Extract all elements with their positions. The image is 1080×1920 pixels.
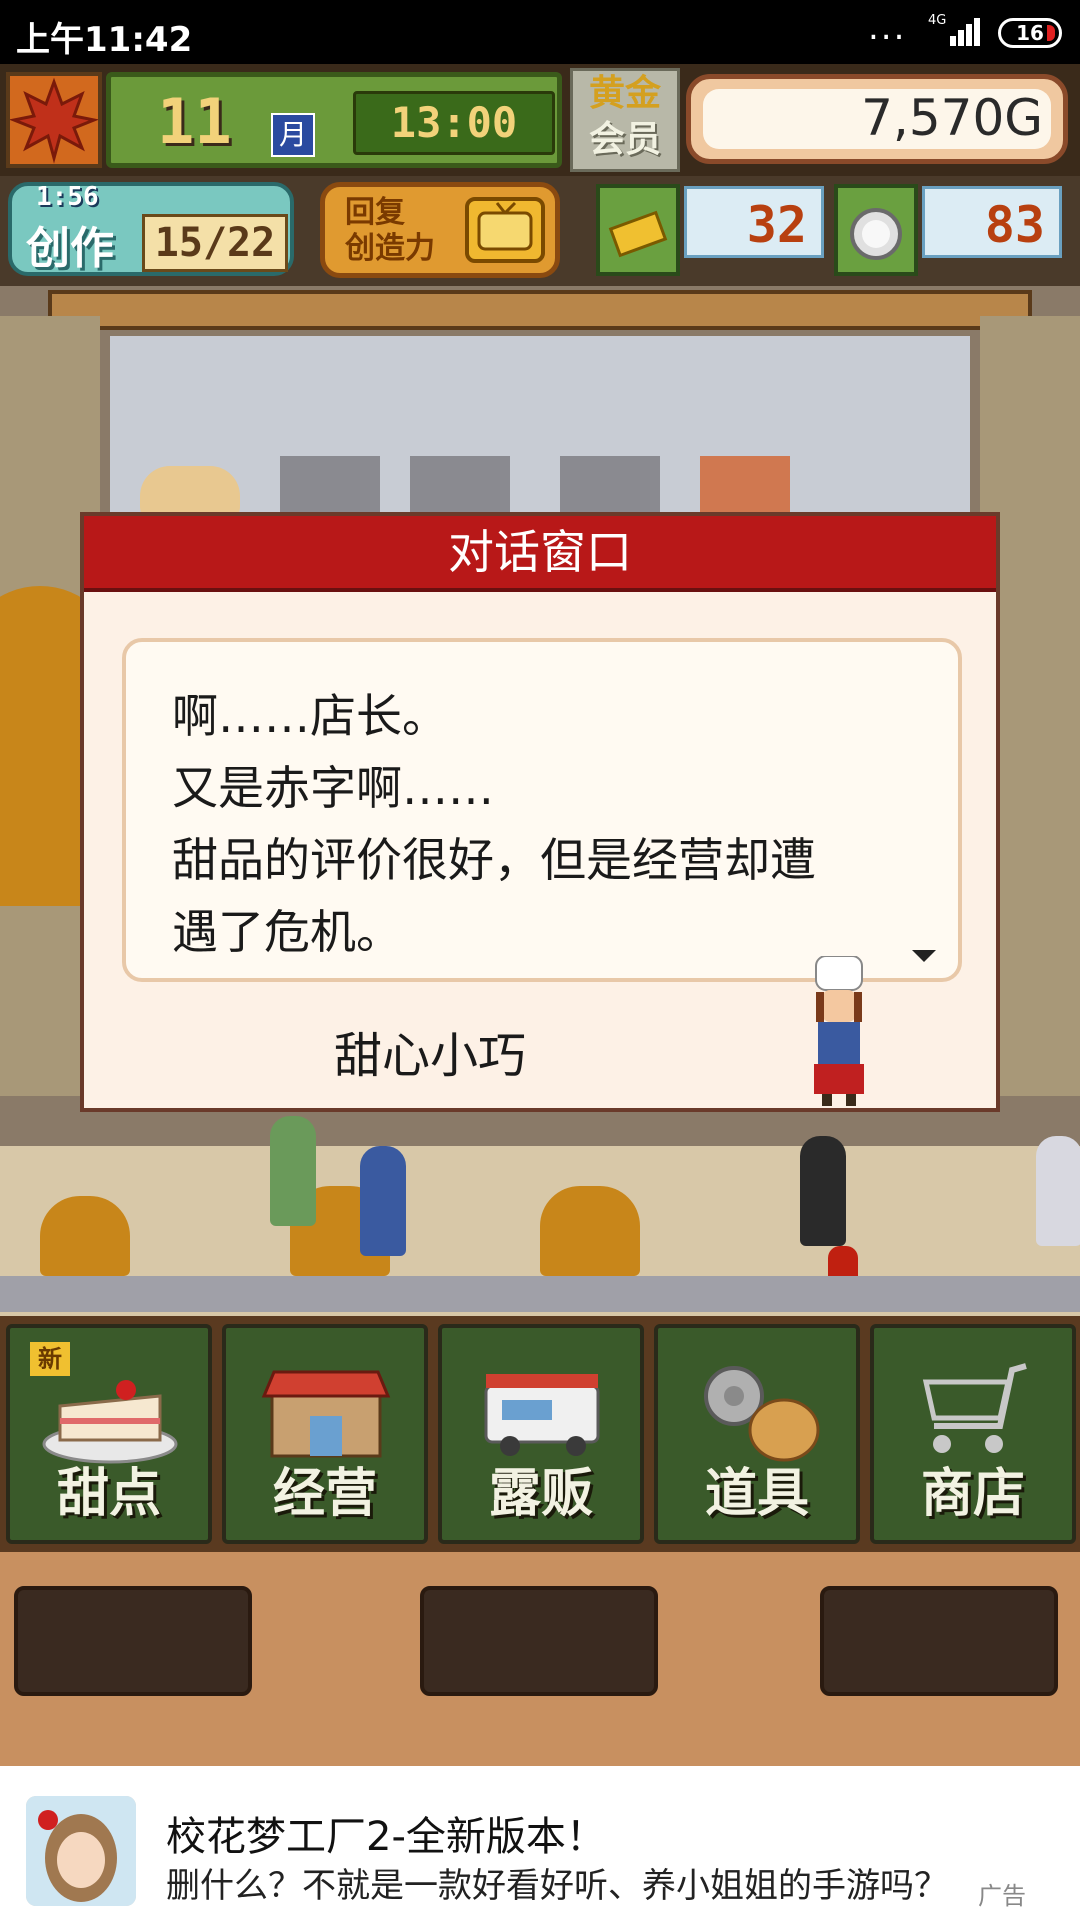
battery-level: 16 [1016,21,1044,45]
date-panel: 11 月 13:00 [106,72,562,168]
signal-icon [944,14,984,46]
ticket-icon-box [596,184,680,276]
shop-counter [0,1552,1080,1766]
chef-girl-sprite [814,956,864,1106]
gold-member-label-2: 会员 [588,119,661,160]
gold-member-badge[interactable]: 黄金 会员 [570,68,680,172]
ad-title: 校花梦工厂2-全新版本！ [166,1814,606,1860]
ad-thumbnail[interactable] [26,1796,136,1906]
counter-slot[interactable] [820,1586,1058,1696]
season-leaf-icon [6,72,102,168]
menu-button-management[interactable]: 经营 [222,1324,428,1544]
menu-label: 道具 [704,1464,809,1524]
status-time: 上午11:42 [16,20,193,60]
creation-panel[interactable]: 1:56 创作 15/22 [8,182,294,276]
menu-button-stall[interactable]: 露贩 [438,1324,644,1544]
resource-hud: 1:56 创作 15/22 回复 创造力 32 83 [0,176,1080,286]
speech-bubble: 啊……店长。 又是赤字啊…… 甜品的评价很好，但是经营却遭 遇了危机。 [122,638,962,982]
menu-label: 经营 [272,1464,377,1524]
creation-count: 15/22 [142,214,288,272]
dialog-window[interactable]: 对话窗口 啊……店长。 又是赤字啊…… 甜品的评价很好，但是经营却遭 遇了危机。… [80,512,1000,1112]
money-value: 7,570G [861,89,1043,147]
leaf-pile [40,1196,130,1276]
customer-sprite[interactable] [270,1116,316,1226]
medal-count: 83 [922,186,1062,258]
restore-label-1: 回复 [345,195,405,230]
top-hud: 11 月 13:00 黄金 会员 7,570G [0,64,1080,176]
game-clock: 13:00 [353,91,555,155]
battery-icon: 16 [998,18,1062,48]
speaker-name: 甜心小巧 [334,1028,527,1084]
ticket-count: 32 [684,186,824,258]
dialog-message: 啊……店长。 又是赤字啊…… 甜品的评价很好，但是经营却遭 遇了危机。 [172,680,932,968]
menu-label: 商店 [920,1464,1025,1524]
menu-label: 甜点 [56,1464,161,1524]
dialog-line: 又是赤字啊…… [172,761,494,815]
more-dots-icon: ... [868,8,907,48]
customer-sprite[interactable] [360,1146,406,1256]
ad-banner[interactable]: 校花梦工厂2-全新版本！ 删什么？不就是一款好看好听、养小姐姐的手游吗？ 广告 [0,1766,1080,1920]
cake-icon [42,1380,178,1464]
medal-icon-box [834,184,918,276]
shop-beam [48,290,1032,330]
tv-icon [465,197,545,263]
food-truck-icon [484,1374,600,1456]
leaf-pile [540,1186,640,1276]
money-panel: 7,570G [686,74,1068,164]
menu-label: 露贩 [488,1464,593,1524]
restore-creativity-button[interactable]: 回复 创造力 [320,182,560,278]
dialog-title: 对话窗口 [448,525,632,579]
street-fence [0,1276,1080,1312]
menu-button-items[interactable]: 道具 [654,1324,860,1544]
customer-sprite[interactable] [1036,1136,1080,1246]
gold-member-label-1: 黄金 [588,73,661,114]
silver-medal-icon [850,208,902,260]
items-bag-icon [704,1366,820,1462]
main-menu: 新 甜点 经营 露贩 道具 商店 [0,1316,1080,1552]
status-bar: 上午11:42 ... 4G 16 [0,0,1080,64]
creation-label: 创作 [26,223,114,274]
ad-tag: 广告 [978,1882,1026,1910]
shop-icon [261,1370,391,1458]
menu-button-shop[interactable]: 商店 [870,1324,1076,1544]
menu-button-dessert[interactable]: 新 甜点 [6,1324,212,1544]
customer-sprite[interactable] [800,1136,846,1246]
restore-label-2: 创造力 [345,231,435,266]
shopping-cart-icon [922,1363,1027,1453]
month-value: 11 [157,85,232,158]
ad-description: 删什么？不就是一款好看好听、养小姐姐的手游吗？ [166,1866,948,1906]
month-unit: 月 [271,113,315,157]
creation-timer: 1:56 [36,182,99,212]
dialog-line: 啊……店长。 [172,689,448,743]
dialog-line: 甜品的评价很好，但是经营却遭 [172,833,816,887]
gold-ticket-icon [608,210,668,258]
counter-slot[interactable] [420,1586,658,1696]
counter-slot[interactable] [14,1586,252,1696]
continue-arrow-icon[interactable] [912,950,936,962]
